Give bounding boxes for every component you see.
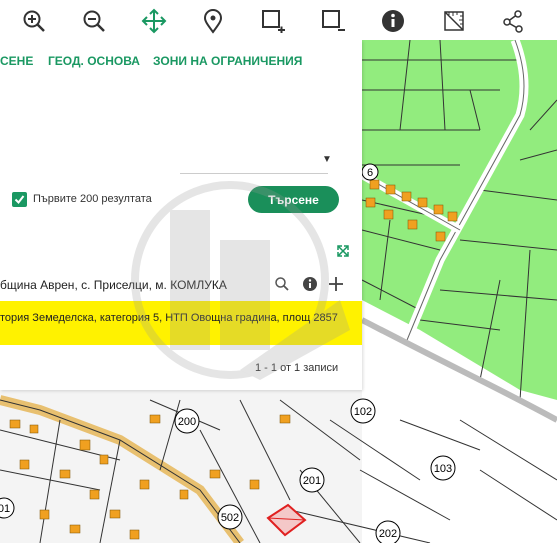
- parcel-label: 201: [303, 475, 321, 487]
- zoom-in-icon: [23, 10, 45, 32]
- dropdown-arrow-icon[interactable]: ▼: [322, 154, 332, 165]
- result-group-title: бщина Аврен, с. Приселци, м. КОМЛУКА: [0, 278, 227, 292]
- zoom-out-button[interactable]: [77, 4, 111, 38]
- parcel-label: 103: [434, 463, 452, 475]
- map-toolbar: [0, 0, 557, 40]
- dropdown-select[interactable]: [180, 173, 328, 174]
- add-icon[interactable]: [328, 276, 344, 297]
- zoom-out-icon: [83, 10, 105, 32]
- parcel-label: 102: [354, 406, 372, 418]
- parcel-label: 6: [367, 167, 373, 179]
- location-button[interactable]: [196, 4, 230, 38]
- first-200-label: Първите 200 резултата: [33, 193, 152, 205]
- parcel-label: 01: [0, 503, 10, 515]
- zoom-in-button[interactable]: [17, 4, 51, 38]
- info-icon: [382, 10, 404, 32]
- checkmark-icon: [14, 195, 25, 205]
- pagination-info: 1 - 1 от 1 записи: [255, 362, 339, 374]
- parcel-label: 202: [379, 528, 397, 540]
- pan-button[interactable]: [137, 4, 171, 38]
- tab-search[interactable]: СЕНЕ: [0, 54, 33, 68]
- select-area-remove-icon: [322, 10, 345, 31]
- search-panel: СЕНЕ ГЕОД. ОСНОВА ЗОНИ НА ОГРАНИЧЕНИЯ ▼ …: [0, 40, 362, 390]
- measure-ruler-icon: [444, 11, 464, 31]
- tab-restriction-zones[interactable]: ЗОНИ НА ОГРАНИЧЕНИЯ: [153, 54, 302, 68]
- share-nodes-icon: [503, 10, 523, 33]
- pan-move-icon: [141, 8, 167, 34]
- info-button[interactable]: [376, 4, 410, 38]
- result-row-text: тория Земеделска, категория 5, НТП Овощн…: [0, 312, 338, 324]
- result-row[interactable]: тория Земеделска, категория 5, НТП Овощн…: [0, 301, 362, 345]
- select-area-add-icon: [262, 10, 285, 33]
- select-area-remove-button[interactable]: [316, 4, 350, 38]
- measure-button[interactable]: [437, 4, 471, 38]
- search-icon[interactable]: [274, 276, 290, 297]
- expand-icon[interactable]: [336, 244, 350, 258]
- info-icon[interactable]: [302, 276, 318, 297]
- first-200-checkbox[interactable]: [12, 192, 27, 207]
- share-button[interactable]: [496, 4, 530, 38]
- result-actions: [274, 276, 354, 294]
- location-pin-icon: [203, 9, 223, 34]
- parcel-label: 502: [221, 512, 239, 524]
- search-button[interactable]: Търсене: [248, 186, 339, 213]
- select-area-add-button[interactable]: [256, 4, 290, 38]
- parcel-label: 200: [178, 416, 196, 428]
- tab-geodetic-base[interactable]: ГЕОД. ОСНОВА: [48, 54, 140, 68]
- search-tabs: СЕНЕ ГЕОД. ОСНОВА ЗОНИ НА ОГРАНИЧЕНИЯ: [0, 54, 362, 74]
